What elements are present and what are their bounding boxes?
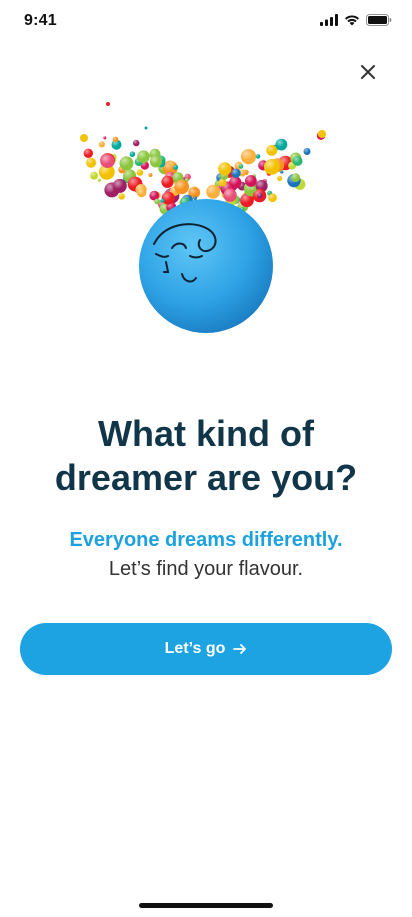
bubble-shine — [206, 184, 221, 199]
dreamer-illustration — [80, 102, 326, 333]
battery-icon — [366, 14, 392, 26]
bubble-shine — [112, 178, 127, 193]
page-title: What kind of dreamer are you? — [20, 412, 392, 500]
bubble-shine — [86, 157, 97, 168]
hero-illustration — [72, 96, 342, 346]
bubble-shine — [161, 191, 175, 205]
bubble — [144, 126, 148, 130]
lets-go-button[interactable]: Let’s go — [20, 623, 392, 675]
bubble-shine — [168, 161, 175, 167]
wifi-icon — [344, 14, 360, 26]
bubble-shine — [229, 176, 242, 189]
bubble-shine — [240, 149, 257, 165]
bubble-shine — [154, 198, 161, 205]
bubble-shine — [118, 193, 125, 200]
bubble-shine — [218, 162, 232, 176]
bubble-shine — [192, 186, 197, 190]
subtext: Let’s find your flavour. — [108, 558, 304, 580]
bubble — [80, 134, 88, 142]
bubble-shine — [90, 171, 99, 180]
bubble-shine — [103, 136, 107, 140]
bubble-shine — [98, 141, 105, 148]
bubble-shine — [223, 188, 237, 202]
bubble — [106, 102, 110, 106]
status-bar: 9:41 — [0, 0, 412, 44]
close-button[interactable] — [354, 60, 382, 88]
bubble-shine — [255, 154, 261, 159]
bubble-shine — [161, 175, 174, 188]
bubble-shine — [256, 192, 263, 199]
bubble-shine — [97, 178, 101, 182]
bubble-shine — [119, 156, 134, 171]
bubble-shine — [174, 179, 189, 195]
cellular-signal-icon — [320, 14, 338, 26]
bubble-shine — [137, 188, 147, 198]
bubble-shine — [133, 139, 140, 147]
blue-head — [139, 199, 273, 333]
bubble-shine — [148, 173, 153, 177]
headline-line-1: What kind of — [98, 413, 314, 454]
bubble-shine — [303, 148, 311, 155]
bubble-shine — [193, 196, 197, 200]
bubble-shine — [149, 155, 162, 168]
bubble-shine — [263, 159, 280, 175]
bubble-shine — [129, 151, 136, 157]
bubble-shine — [292, 156, 303, 166]
subhead: Everyone dreams differently. — [69, 529, 343, 551]
bubble-shine — [231, 168, 241, 178]
bubble-shine — [238, 164, 244, 169]
bubble-shine — [100, 154, 115, 168]
home-indicator — [139, 903, 273, 908]
bubble-shine — [112, 136, 119, 143]
bubble-shine — [277, 175, 283, 181]
bubble-shine — [268, 193, 277, 203]
status-icons — [320, 14, 392, 26]
bubble-shine — [245, 175, 257, 187]
bubble-shine — [83, 148, 93, 158]
arrow-right-icon — [233, 642, 247, 656]
bubble-shine — [266, 144, 278, 156]
bubble — [318, 130, 326, 138]
lets-go-label: Let’s go — [164, 640, 226, 657]
close-icon — [360, 64, 376, 85]
bubble-shine — [136, 169, 144, 176]
bubble-shine — [137, 150, 150, 163]
bubble-shine — [275, 138, 288, 151]
bubble-shine — [160, 198, 165, 203]
headline-line-2: dreamer are you? — [54, 457, 358, 498]
bubble-shine — [291, 173, 300, 182]
status-time: 9:41 — [24, 12, 57, 29]
